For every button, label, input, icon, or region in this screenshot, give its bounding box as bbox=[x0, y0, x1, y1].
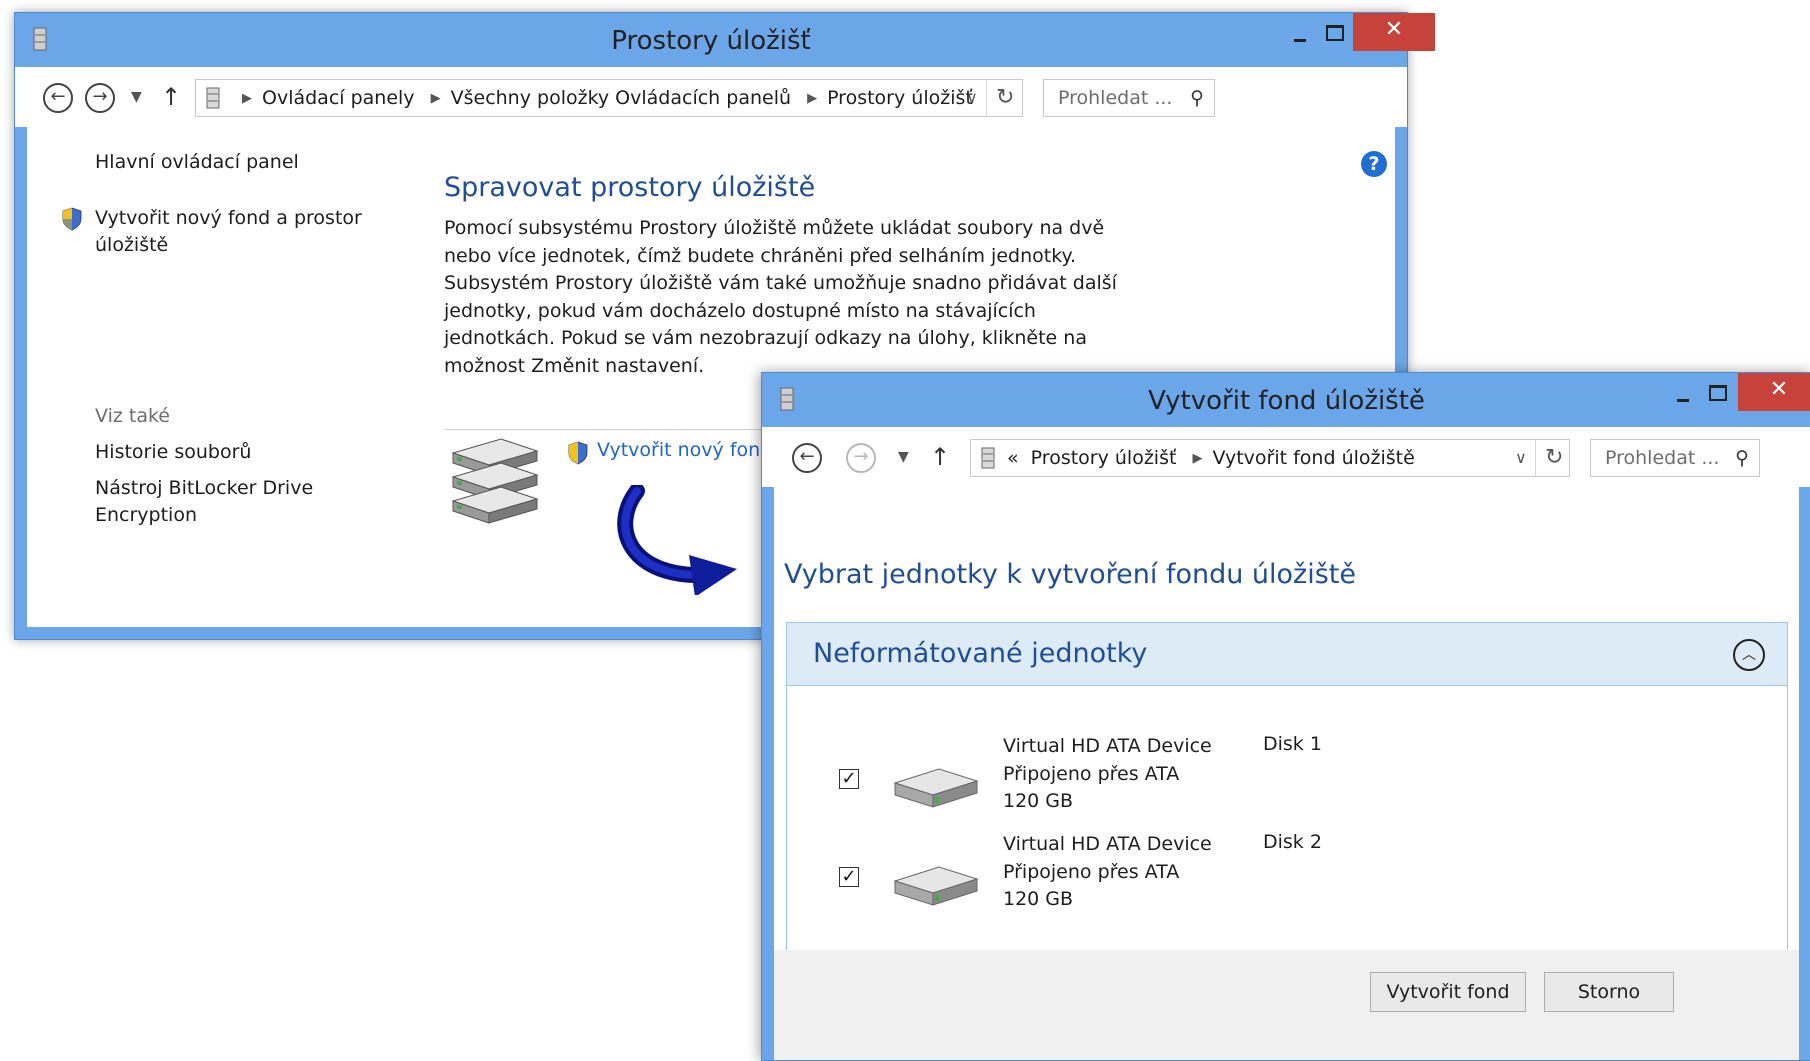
control-panel-icon bbox=[206, 87, 220, 109]
list-item[interactable]: ✓ Virtual HD ATA Device Připojeno přes A… bbox=[787, 831, 1787, 931]
search-icon[interactable]: ⚲ bbox=[1190, 87, 1204, 109]
maximize-button[interactable] bbox=[1700, 373, 1734, 411]
title-bar[interactable]: Vytvořit fond úložiště ✕ bbox=[762, 373, 1810, 427]
address-history-chevron-icon[interactable]: ∨ bbox=[1515, 448, 1527, 467]
minimize-button[interactable] bbox=[1666, 373, 1700, 411]
create-pool-button[interactable]: Vytvořit fond bbox=[1370, 972, 1526, 1012]
breadcrumb-separator-icon: ▶ bbox=[1192, 451, 1203, 466]
bitlocker-link-line1: Nástroj BitLocker Drive bbox=[95, 477, 314, 499]
address-divider bbox=[1535, 440, 1536, 476]
search-placeholder: Prohledat ... bbox=[1058, 87, 1173, 109]
breadcrumb: ▶ Ovládací panely ▶ Všechny položky Ovláda… bbox=[232, 87, 973, 109]
collapse-chevron-up-icon[interactable]: ︿ bbox=[1733, 639, 1765, 671]
page-title: Vybrat jednotky k vytvoření fondu úložiš… bbox=[784, 559, 1356, 590]
unformatted-drives-group: Neformátované jednotky ︿ ✓ Virtual HD AT… bbox=[786, 622, 1788, 963]
address-bar[interactable]: « Prostory úložišť ▶ Vytvořit fond úložiš… bbox=[970, 439, 1570, 477]
refresh-icon[interactable]: ↻ bbox=[1545, 445, 1563, 470]
breadcrumb-item[interactable]: Ovládací panely bbox=[262, 87, 415, 109]
group-header[interactable]: Neformátované jednotky ︿ bbox=[787, 623, 1787, 686]
title-bar[interactable]: Prostory úložišť ✕ bbox=[15, 13, 1435, 67]
drive-connection: Připojeno přes ATA bbox=[1003, 762, 1180, 785]
breadcrumb: « Prostory úložišť ▶ Vytvořit fond úložiš… bbox=[1007, 447, 1415, 469]
page-title: Spravovat prostory úložiště bbox=[444, 172, 816, 203]
close-icon: ✕ bbox=[1384, 17, 1404, 42]
recent-locations-chevron-icon[interactable]: ▼ bbox=[131, 89, 142, 105]
minimize-button[interactable] bbox=[1283, 13, 1317, 51]
back-arrow-icon[interactable]: ← bbox=[43, 83, 73, 113]
list-item[interactable]: ✓ Virtual HD ATA Device Připojeno přes A… bbox=[787, 733, 1787, 833]
back-arrow-icon[interactable]: ← bbox=[792, 443, 822, 473]
recent-locations-chevron-icon[interactable]: ▼ bbox=[898, 449, 909, 465]
bitlocker-link[interactable]: Nástroj BitLocker Drive Encryption bbox=[95, 475, 313, 529]
dialog-footer: Vytvořit fond Storno bbox=[774, 950, 1799, 1060]
breadcrumb-item[interactable]: Prostory úložišť bbox=[1031, 447, 1177, 469]
navigation-bar: ← → ▼ ↑ ▶ Ovládací panely ▶ Všechny položk… bbox=[15, 67, 1407, 127]
drive-details: Virtual HD ATA Device Připojeno přes ATA… bbox=[1003, 831, 1212, 914]
refresh-icon[interactable]: ↻ bbox=[996, 85, 1014, 110]
help-icon[interactable]: ? bbox=[1361, 151, 1387, 177]
drive-name: Virtual HD ATA Device bbox=[1003, 735, 1212, 757]
main-content: Vybrat jednotky k vytvoření fondu úložiš… bbox=[774, 487, 1799, 1060]
group-title: Neformátované jednotky bbox=[813, 638, 1148, 669]
close-button[interactable]: ✕ bbox=[1738, 373, 1810, 411]
breadcrumb-separator-icon: ▶ bbox=[242, 91, 252, 106]
breadcrumb-item[interactable]: Všechny položky Ovládacích panelů bbox=[451, 87, 791, 109]
drive-connection: Připojeno přes ATA bbox=[1003, 860, 1180, 883]
address-bar[interactable]: ▶ Ovládací panely ▶ Všechny položky Ovláda… bbox=[195, 79, 1023, 117]
cancel-button[interactable]: Storno bbox=[1544, 972, 1674, 1012]
breadcrumb-item[interactable]: Vytvořit fond úložiště bbox=[1212, 447, 1414, 469]
close-button[interactable]: ✕ bbox=[1353, 13, 1435, 51]
drive-size: 120 GB bbox=[1003, 888, 1074, 910]
breadcrumb-item[interactable]: Prostory úložišť bbox=[827, 87, 973, 109]
breadcrumb-overflow[interactable]: « bbox=[1007, 447, 1019, 469]
create-pool-task-link[interactable]: Vytvořit nový fond bbox=[597, 439, 772, 461]
drive-checkbox[interactable]: ✓ bbox=[839, 867, 859, 887]
drive-name: Virtual HD ATA Device bbox=[1003, 833, 1212, 855]
search-input[interactable]: Prohledat ... ⚲ bbox=[1043, 79, 1215, 117]
uac-shield-icon bbox=[62, 207, 82, 231]
navigation-bar: ← → ▼ ↑ « Prostory úložišť ▶ Vytvořit fon… bbox=[762, 427, 1810, 487]
up-arrow-icon[interactable]: ↑ bbox=[930, 443, 950, 471]
create-pool-window: Vytvořit fond úložiště ✕ ← → ▼ ↑ « Prost… bbox=[761, 372, 1810, 1061]
curved-arrow-icon bbox=[617, 485, 737, 595]
see-also-label: Viz také bbox=[95, 405, 170, 427]
uac-shield-icon bbox=[568, 441, 588, 465]
drive-details: Virtual HD ATA Device Připojeno přes ATA… bbox=[1003, 733, 1212, 816]
drive-size: 120 GB bbox=[1003, 790, 1074, 812]
search-input[interactable]: Prohledat ... ⚲ bbox=[1590, 439, 1760, 477]
bitlocker-link-line2: Encryption bbox=[95, 504, 198, 526]
maximize-button[interactable] bbox=[1317, 13, 1351, 51]
address-history-chevron-icon[interactable]: ∨ bbox=[966, 88, 978, 107]
create-pool-link-line1: Vytvořit nový fond a prostor bbox=[95, 207, 362, 229]
search-icon[interactable]: ⚲ bbox=[1735, 447, 1749, 469]
breadcrumb-separator-icon: ▶ bbox=[807, 91, 818, 106]
breadcrumb-separator-icon: ▶ bbox=[430, 91, 441, 106]
drive-disk-label: Disk 2 bbox=[1263, 831, 1322, 853]
window-title: Prostory úložišť bbox=[611, 26, 811, 56]
create-pool-sidebar-link[interactable]: Vytvořit nový fond a prostor úložiště bbox=[95, 205, 362, 259]
address-divider bbox=[986, 80, 987, 116]
storage-spaces-icon bbox=[451, 438, 539, 524]
file-history-link[interactable]: Historie souborů bbox=[95, 439, 251, 466]
storage-location-icon bbox=[981, 447, 995, 469]
hard-drive-icon bbox=[893, 768, 979, 808]
search-placeholder: Prohledat ... bbox=[1605, 447, 1720, 469]
drive-disk-label: Disk 1 bbox=[1263, 733, 1322, 755]
create-pool-link-line2: úložiště bbox=[95, 234, 169, 256]
window-title: Vytvořit fond úložiště bbox=[1148, 386, 1425, 416]
hard-drive-icon bbox=[893, 866, 979, 906]
forward-arrow-icon[interactable]: → bbox=[846, 443, 876, 473]
up-arrow-icon[interactable]: ↑ bbox=[161, 83, 181, 111]
drive-checkbox[interactable]: ✓ bbox=[839, 769, 859, 789]
forward-arrow-icon[interactable]: → bbox=[85, 83, 115, 113]
page-description: Pomocí subsystému Prostory úložiště může… bbox=[444, 217, 1117, 377]
close-icon: ✕ bbox=[1769, 377, 1789, 402]
main-control-panel-link[interactable]: Hlavní ovládací panel bbox=[95, 149, 299, 176]
